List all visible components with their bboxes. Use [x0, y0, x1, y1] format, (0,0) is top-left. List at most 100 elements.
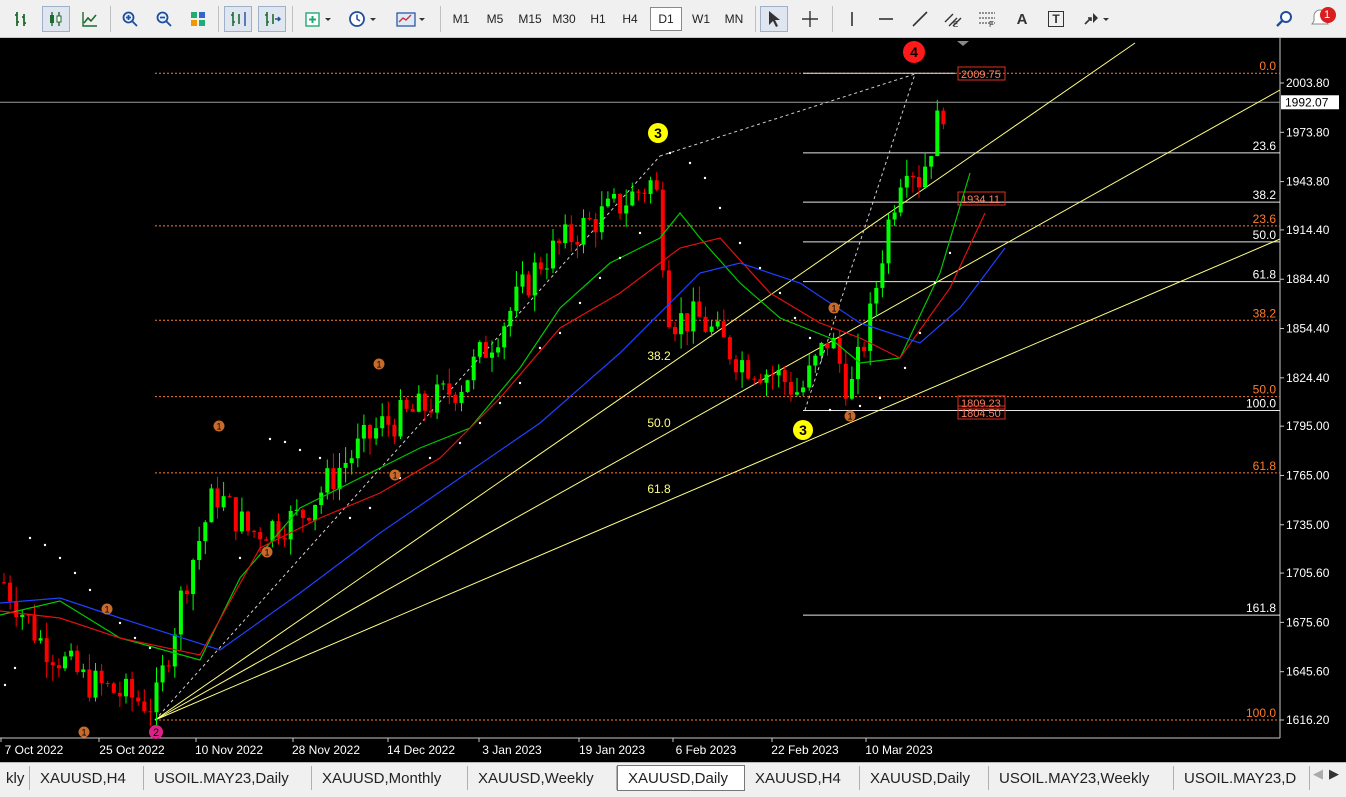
fib-small-level-label: 38.2 — [1253, 188, 1277, 202]
price-label: 1934.11 — [961, 194, 1000, 206]
candlestick-chart-icon[interactable] — [42, 6, 70, 32]
chart-tab[interactable]: XAUUSD,H4 — [30, 766, 144, 790]
timeframe-w1[interactable]: W1 — [686, 7, 716, 31]
timeframe-h4[interactable]: H4 — [616, 7, 644, 31]
crosshair-icon[interactable] — [796, 6, 824, 32]
chart-tab[interactable]: kly — [0, 766, 30, 790]
periods-clock-icon[interactable] — [344, 6, 384, 32]
date-tick-label: 7 Oct 2022 — [5, 743, 64, 757]
horizontal-line-icon[interactable] — [872, 6, 900, 32]
wave-label-1: 1 — [264, 548, 269, 558]
timeframe-h1[interactable]: H1 — [584, 7, 612, 31]
candle-body — [307, 518, 311, 521]
auto-scroll-icon[interactable] — [258, 6, 286, 32]
candle-body — [721, 321, 726, 338]
sar-dot — [28, 536, 32, 540]
candle-body — [862, 346, 867, 351]
timeframe-m1[interactable]: M1 — [446, 7, 476, 31]
chart-tab[interactable]: XAUUSD,H4 — [745, 766, 860, 790]
candle-body — [660, 189, 665, 271]
candle-body — [685, 313, 690, 332]
sar-dot — [948, 251, 952, 255]
chart-tab[interactable]: XAUUSD,Weekly — [468, 766, 617, 790]
zoom-out-icon[interactable] — [150, 6, 178, 32]
candle-body — [81, 669, 86, 673]
candle-body — [679, 313, 684, 335]
timeframe-mn[interactable]: MN — [718, 7, 750, 31]
price-chart[interactable]: 2003.80 1973.80 1943.80 1914.40 1884.40 1854.… — [0, 38, 1346, 762]
chart-tab[interactable]: USOIL.MAY23,Weekly — [989, 766, 1174, 790]
date-tick-label: 10 Mar 2023 — [865, 743, 933, 757]
fan-base-line — [659, 73, 916, 157]
candle-body — [673, 327, 677, 335]
price-tick-label: 1735.00 — [1286, 518, 1330, 532]
scroll-right-icon[interactable]: ▶ — [1324, 766, 1344, 782]
notifications-icon[interactable]: 1 — [1306, 6, 1340, 32]
trendline-icon[interactable] — [906, 6, 934, 32]
ma-mid-line — [0, 212, 986, 656]
templates-icon[interactable] — [392, 6, 432, 32]
chart-tab-active[interactable]: XAUUSD,Daily — [617, 765, 745, 791]
fib-big-level-label: 61.8 — [1253, 459, 1277, 473]
fib-fan-line — [154, 238, 1281, 721]
price-tick-label: 1884.40 — [1286, 272, 1330, 286]
timeframe-m5[interactable]: M5 — [480, 7, 510, 31]
sar-dot — [458, 441, 462, 445]
candle-body — [508, 310, 513, 327]
candle-body — [32, 615, 37, 641]
candle-body — [38, 638, 43, 641]
sar-dot — [348, 516, 352, 520]
candle-body — [514, 286, 519, 311]
fib-small-level-label: 100.0 — [1246, 397, 1276, 411]
candle-body — [239, 511, 244, 532]
sar-dot — [268, 437, 272, 441]
price-tick-label: 1943.80 — [1286, 175, 1330, 189]
text-label-tool[interactable]: T — [1042, 6, 1070, 32]
equidistant-channel-icon[interactable]: E — [940, 6, 968, 32]
wave-label-major-3: 3 — [654, 125, 662, 141]
timeframe-m15[interactable]: M15 — [514, 7, 546, 31]
sar-dot — [238, 556, 242, 560]
chart-tab[interactable]: XAUUSD,Daily — [860, 766, 989, 790]
candle-body — [221, 496, 226, 508]
candle-body — [459, 391, 464, 403]
candle-body — [2, 582, 6, 584]
timeframe-d1[interactable]: D1 — [650, 7, 682, 31]
fibonacci-retracement-icon[interactable]: F — [974, 6, 1002, 32]
sar-dot — [688, 161, 692, 165]
indicators-icon[interactable] — [300, 6, 338, 32]
vertical-line-icon[interactable] — [838, 6, 866, 32]
fib-big-level-label: 0.0 — [1259, 59, 1276, 73]
sar-dot — [598, 276, 602, 280]
chart-canvas[interactable]: 2003.80 1973.80 1943.80 1914.40 1884.40 1854.… — [0, 38, 1346, 762]
arrows-dropdown-icon[interactable] — [1078, 6, 1116, 32]
candle-body — [117, 692, 122, 697]
chart-tab[interactable]: XAUUSD,Monthly — [312, 766, 468, 790]
search-icon[interactable] — [1270, 6, 1298, 32]
date-tick-label: 10 Nov 2022 — [195, 743, 263, 757]
cursor-arrow-icon[interactable] — [760, 6, 788, 32]
candle-body — [14, 601, 19, 618]
wave-label-1: 1 — [216, 422, 221, 432]
ma-fast-line — [0, 172, 971, 661]
timeframe-m30[interactable]: M30 — [548, 7, 580, 31]
chart-tab[interactable]: USOIL.MAY23,Daily — [144, 766, 312, 790]
zoom-in-icon[interactable] — [116, 6, 144, 32]
candle-body — [544, 268, 549, 270]
candle-body — [551, 240, 555, 269]
main-toolbar: M1 M5 M15 M30 H1 H4 D1 W1 MN E F A T 1 — [0, 0, 1346, 38]
candle-body — [453, 394, 458, 403]
candle-body — [136, 697, 141, 702]
line-chart-icon[interactable] — [76, 6, 104, 32]
candle-body — [416, 393, 421, 412]
bar-chart-icon[interactable] — [8, 6, 36, 32]
tile-windows-icon[interactable] — [184, 6, 212, 32]
chart-shift-icon[interactable] — [224, 6, 252, 32]
candle-body — [569, 224, 574, 243]
date-tick-label: 3 Jan 2023 — [482, 743, 542, 757]
candle-body — [343, 462, 348, 468]
fib-fan-line — [154, 42, 1136, 721]
text-tool-icon[interactable]: A — [1008, 6, 1036, 32]
sar-dot — [738, 241, 742, 245]
chart-tab[interactable]: USOIL.MAY23,D — [1174, 766, 1310, 790]
